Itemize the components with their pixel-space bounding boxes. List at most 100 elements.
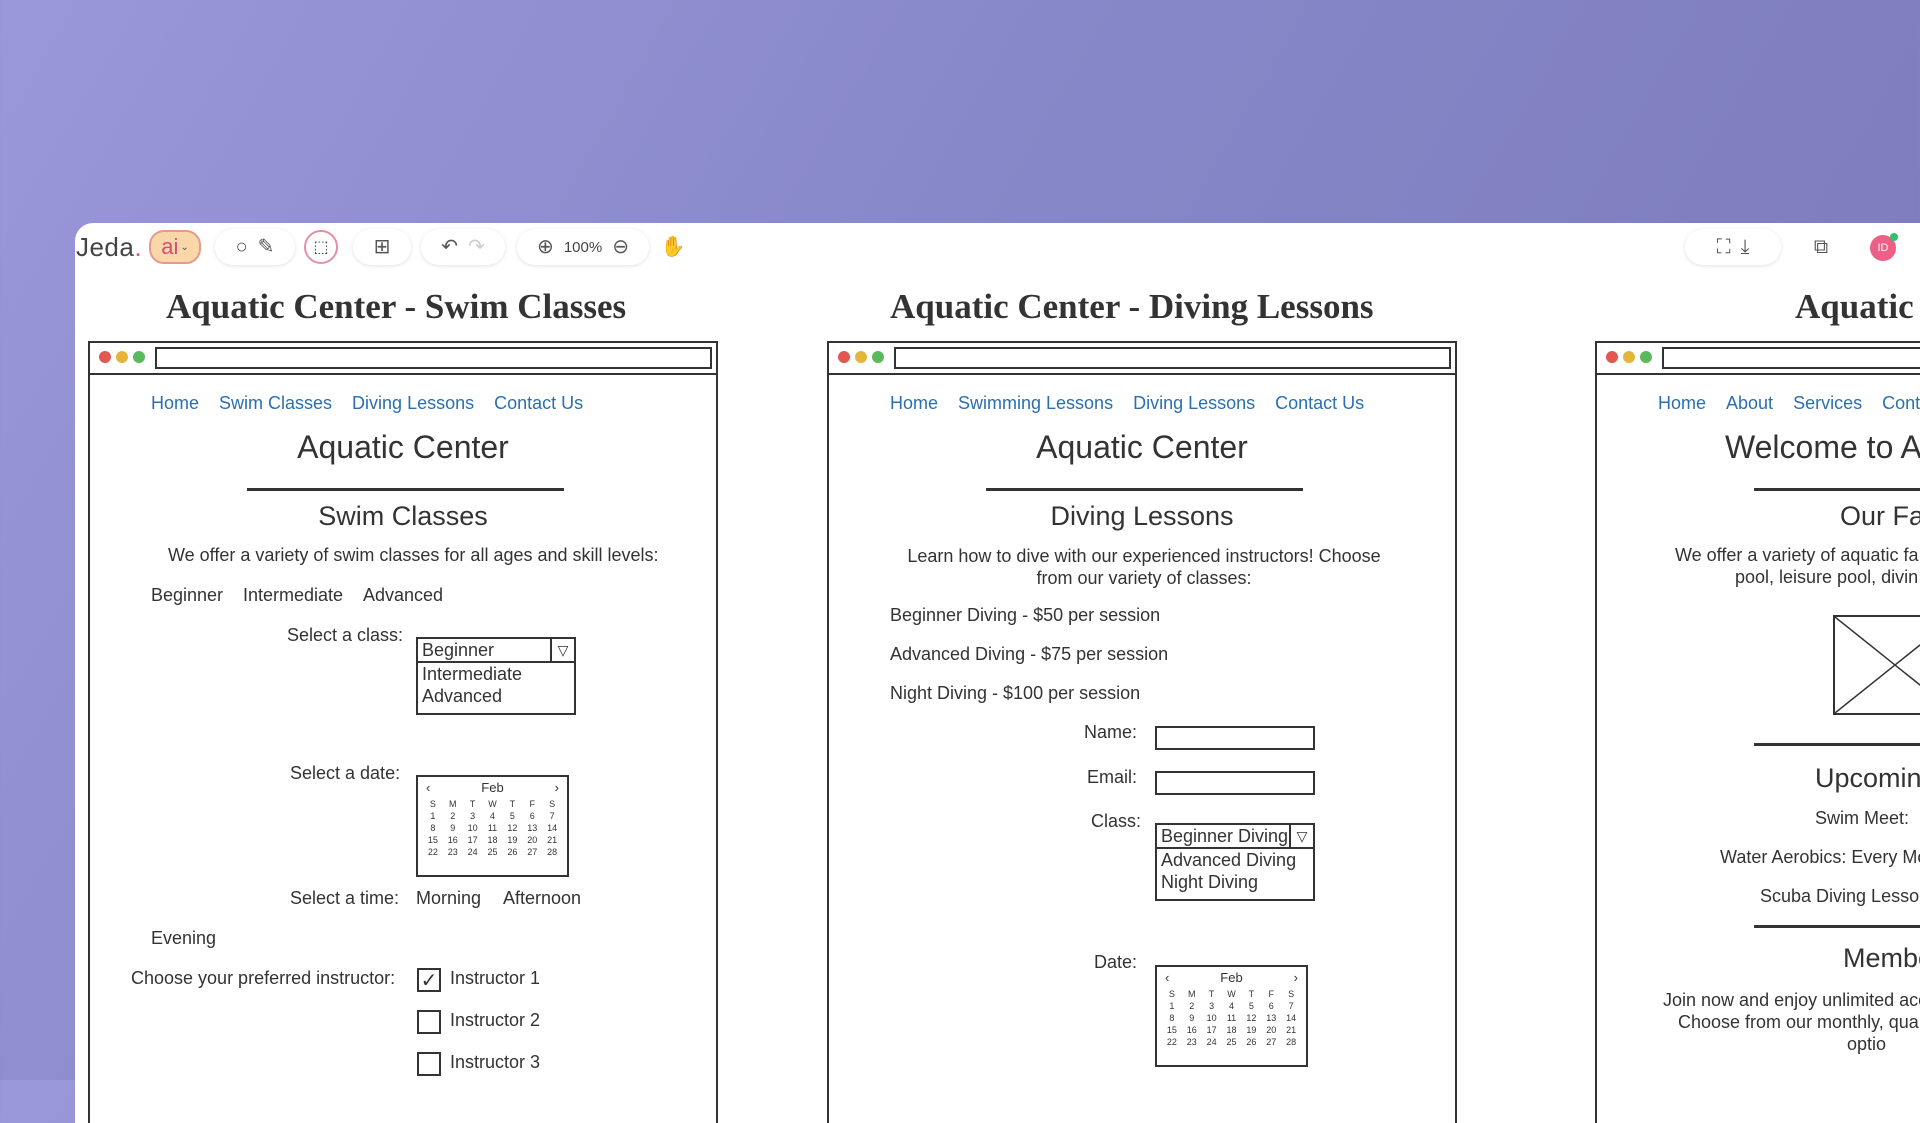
prev-month-icon[interactable]: ‹ <box>1165 970 1169 985</box>
nav-contact-us[interactable]: Contact Us <box>1275 393 1364 414</box>
dropdown-arrow-icon[interactable]: ▽ <box>1289 825 1313 847</box>
calendar-day[interactable]: 8 <box>1162 1012 1182 1024</box>
zoom-out-icon[interactable]: ⊖ <box>612 237 629 257</box>
nav-about[interactable]: About <box>1726 393 1773 414</box>
calendar-day[interactable]: 27 <box>1261 1036 1281 1048</box>
calendar-day[interactable]: 26 <box>502 846 522 858</box>
screenshot-icon[interactable]: ⛶ <box>1717 237 1731 257</box>
zoom-level[interactable]: 100% <box>564 239 602 256</box>
calendar-day[interactable]: 17 <box>463 834 483 846</box>
calendar-day[interactable]: 13 <box>1261 1012 1281 1024</box>
calendar-day[interactable]: 12 <box>502 822 522 834</box>
calendar-day[interactable]: 18 <box>1222 1024 1242 1036</box>
component-menu[interactable]: ⊞ <box>353 229 411 265</box>
next-month-icon[interactable]: › <box>1294 970 1298 985</box>
calendar-day[interactable]: 15 <box>423 834 443 846</box>
calendar-day[interactable]: 27 <box>522 846 542 858</box>
date-calendar[interactable]: ‹ Feb › S M T W T F S 1 2 3 4 5 6 7 8 9 10 11 12 13 14 15 16 17 18… <box>1155 965 1308 1067</box>
calendar-day[interactable]: 24 <box>463 846 483 858</box>
calendar-day[interactable]: 19 <box>1241 1024 1261 1036</box>
calendar-day[interactable]: 7 <box>1281 1000 1301 1012</box>
calendar-day[interactable]: 3 <box>1202 1000 1222 1012</box>
class-option[interactable]: Advanced <box>418 685 574 707</box>
calendar-day[interactable]: 14 <box>542 822 562 834</box>
calendar-day[interactable]: 16 <box>443 834 463 846</box>
calendar-day[interactable]: 25 <box>483 846 503 858</box>
calendar-day[interactable]: 7 <box>542 810 562 822</box>
class-option[interactable]: Night Diving <box>1157 871 1313 893</box>
calendar-day[interactable]: 8 <box>423 822 443 834</box>
time-afternoon[interactable]: Afternoon <box>503 888 581 909</box>
instructor-3-checkbox[interactable] <box>417 1052 441 1076</box>
shape-circle-icon[interactable]: ○ <box>236 237 248 257</box>
prev-month-icon[interactable]: ‹ <box>426 780 430 795</box>
name-field[interactable] <box>1155 726 1315 750</box>
select-tool-button[interactable]: ⬚ <box>303 229 339 265</box>
calendar-day[interactable]: 25 <box>1222 1036 1242 1048</box>
calendar-day[interactable]: 6 <box>522 810 542 822</box>
wireframe-swim-classes[interactable]: Home Swim Classes Diving Lessons Contact… <box>88 341 718 1123</box>
calendar-day[interactable]: 20 <box>522 834 542 846</box>
nav-home[interactable]: Home <box>151 393 199 414</box>
calendar-day[interactable]: 1 <box>423 810 443 822</box>
instructor-1-checkbox[interactable]: ✓ <box>417 968 441 992</box>
hand-tool-button[interactable]: ✋ <box>655 229 691 265</box>
wireframe-welcome[interactable]: Home About Services Conta Welcome to A O… <box>1595 341 1920 1123</box>
calendar-day[interactable]: 5 <box>502 810 522 822</box>
calendar-day[interactable]: 18 <box>483 834 503 846</box>
calendar-day[interactable]: 28 <box>1281 1036 1301 1048</box>
calendar-day[interactable]: 14 <box>1281 1012 1301 1024</box>
dropdown-arrow-icon[interactable]: ▽ <box>550 639 574 661</box>
calendar-day[interactable]: 2 <box>443 810 463 822</box>
present-button[interactable]: ⧉ <box>1803 229 1839 265</box>
calendar-day[interactable]: 10 <box>1202 1012 1222 1024</box>
date-calendar[interactable]: ‹ Feb › S M T W T F S 1 2 3 4 5 6 7 8 9 10 11 12 13 14 15 16 17 18… <box>416 775 569 877</box>
calendar-day[interactable]: 22 <box>423 846 443 858</box>
nav-contact[interactable]: Conta <box>1882 393 1920 414</box>
calendar-grid[interactable]: S M T W T F S 1 2 3 4 5 6 7 8 9 10 11 12 13 14 15 16 17 18 19 20 21… <box>418 798 567 858</box>
calendar-day[interactable]: 5 <box>1241 1000 1261 1012</box>
download-icon[interactable]: ⤓ <box>1741 237 1750 257</box>
avatar[interactable]: ID <box>1870 233 1898 261</box>
time-evening[interactable]: Evening <box>151 928 216 949</box>
calendar-day[interactable]: 23 <box>1182 1036 1202 1048</box>
class-select[interactable]: Beginner ▽ Intermediate Advanced <box>416 637 576 715</box>
zoom-in-icon[interactable]: ⊕ <box>537 237 554 257</box>
calendar-day[interactable]: 22 <box>1162 1036 1182 1048</box>
calendar-day[interactable]: 11 <box>1222 1012 1242 1024</box>
calendar-day[interactable]: 9 <box>443 822 463 834</box>
calendar-day[interactable]: 4 <box>1222 1000 1242 1012</box>
calendar-day[interactable]: 2 <box>1182 1000 1202 1012</box>
email-field[interactable] <box>1155 771 1315 795</box>
nav-swim-classes[interactable]: Swim Classes <box>219 393 332 414</box>
calendar-day[interactable]: 19 <box>502 834 522 846</box>
instructor-2-checkbox[interactable] <box>417 1010 441 1034</box>
calendar-grid[interactable]: S M T W T F S 1 2 3 4 5 6 7 8 9 10 11 12 13 14 15 16 17 18 19 20 21… <box>1157 988 1306 1048</box>
class-option[interactable]: Intermediate <box>418 663 574 685</box>
nav-contact-us[interactable]: Contact Us <box>494 393 583 414</box>
calendar-day[interactable]: 16 <box>1182 1024 1202 1036</box>
next-month-icon[interactable]: › <box>555 780 559 795</box>
calendar-day[interactable]: 4 <box>483 810 503 822</box>
calendar-day[interactable]: 21 <box>1281 1024 1301 1036</box>
calendar-day[interactable]: 20 <box>1261 1024 1281 1036</box>
calendar-day[interactable]: 28 <box>542 846 562 858</box>
class-select[interactable]: Beginner Diving ▽ Advanced Diving Night D… <box>1155 823 1315 901</box>
nav-services[interactable]: Services <box>1793 393 1862 414</box>
calendar-day[interactable]: 21 <box>542 834 562 846</box>
calendar-day[interactable]: 9 <box>1182 1012 1202 1024</box>
nav-home[interactable]: Home <box>890 393 938 414</box>
calendar-day[interactable]: 6 <box>1261 1000 1281 1012</box>
pen-icon[interactable]: ✎ <box>258 237 275 257</box>
calendar-day[interactable]: 17 <box>1202 1024 1222 1036</box>
wireframe-diving-lessons[interactable]: Home Swimming Lessons Diving Lessons Con… <box>827 341 1457 1123</box>
undo-icon[interactable]: ↶ <box>441 237 458 257</box>
calendar-day[interactable]: 11 <box>483 822 503 834</box>
ai-button[interactable]: ai ⌄ <box>149 229 201 265</box>
class-option[interactable]: Advanced Diving <box>1157 849 1313 871</box>
nav-diving-lessons[interactable]: Diving Lessons <box>352 393 474 414</box>
calendar-day[interactable]: 23 <box>443 846 463 858</box>
calendar-day[interactable]: 10 <box>463 822 483 834</box>
calendar-day[interactable]: 24 <box>1202 1036 1222 1048</box>
calendar-day[interactable]: 15 <box>1162 1024 1182 1036</box>
